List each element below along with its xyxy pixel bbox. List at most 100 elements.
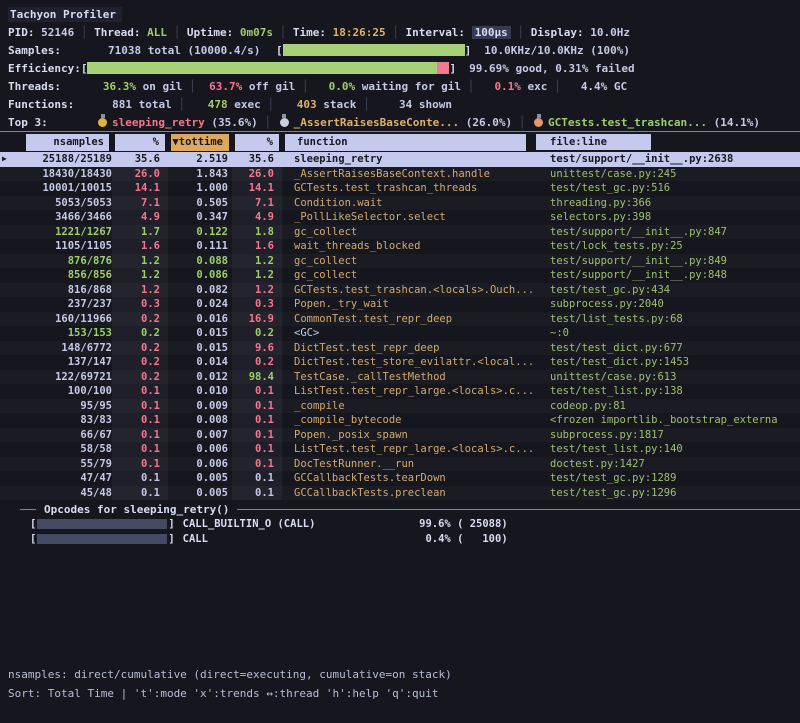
silver-medal-icon: [280, 118, 289, 127]
cell-cumulative-percent: 4.9: [232, 210, 282, 225]
segment-separator: │: [547, 80, 567, 93]
top-functions-row: Top 3:sleeping_retry (35.6%) │ _AssertRa…: [8, 113, 798, 131]
column-header[interactable]: nsamples: [26, 134, 109, 151]
table-row[interactable]: 58/580.10.0060.1ListTest.test_repr_large…: [0, 442, 800, 457]
column-header[interactable]: %: [115, 134, 165, 151]
segment-value: 478: [192, 98, 228, 111]
row-arrow-slot: [0, 428, 10, 443]
cell-file-line: test/test_gc.py:434: [536, 283, 800, 298]
cell-cumulative-percent: 1.2: [232, 254, 282, 269]
table-row[interactable]: 856/8561.20.0861.2gc_collecttest/support…: [0, 268, 800, 283]
results-table: nsamples% ▼tottime% function file:line ▶251…: [0, 134, 800, 500]
column-header-file[interactable]: file:line: [536, 134, 800, 151]
cell-file-line: codeop.py:81: [536, 399, 800, 414]
tachyon-profiler-screen: Tachyon Profiler PID: 52146 │ Thread: AL…: [0, 0, 800, 723]
table-row[interactable]: 100/1000.10.0100.1ListTest.test_repr_lar…: [0, 384, 800, 399]
cell-nsamples: 5053/5053: [10, 196, 112, 211]
table-row[interactable]: 18430/1843026.01.84326.0_AssertRaisesBas…: [0, 167, 800, 182]
opcodes-panel: Opcodes for sleeping_retry() []CALL_BUIL…: [0, 502, 800, 546]
segment-value: 881: [96, 98, 132, 111]
table-row[interactable]: 5053/50537.10.5057.1Condition.waitthread…: [0, 196, 800, 211]
cell-cumulative-percent: 1.6: [232, 239, 282, 254]
row-arrow-slot: [0, 355, 10, 370]
table-header: nsamples% ▼tottime% function file:line: [0, 134, 800, 151]
table-row[interactable]: 66/670.10.0070.1Popen._posix_spawnsubpro…: [0, 428, 800, 443]
table-row[interactable]: 160/119660.20.01616.9CommonTest.test_rep…: [0, 312, 800, 327]
table-row[interactable]: 95/950.10.0090.1_compilecodeop.py:81: [0, 399, 800, 414]
row-arrow-slot: [0, 239, 10, 254]
cell-cumulative-percent: 0.1: [232, 428, 282, 443]
cell-function: Condition.wait: [282, 196, 536, 211]
opcode-name: CALL: [183, 533, 410, 545]
cell-nsamples: 66/67: [10, 428, 112, 443]
row-arrow-slot: [0, 312, 10, 327]
table-row[interactable]: 3466/34664.90.3474.9_PollLikeSelector.se…: [0, 210, 800, 225]
cell-tottime: 0.082: [168, 283, 232, 298]
cell-file-line: test/list_tests.py:68: [536, 312, 800, 327]
table-row[interactable]: 47/470.10.0050.1GCCallbackTests.tearDown…: [0, 471, 800, 486]
cell-tottime: 1.843: [168, 167, 232, 182]
opcodes-title-row: Opcodes for sleeping_retry(): [0, 502, 800, 516]
opcode-percent: 0.4% ( 100): [410, 533, 508, 545]
cell-function: _AssertRaisesBaseContext.handle: [282, 167, 536, 182]
functions-label: Functions:: [8, 98, 96, 111]
segment-separator: │: [182, 80, 202, 93]
cell-function: ListTest.test_repr_large.<locals>.c...: [282, 442, 536, 457]
cell-cumulative-percent: 7.1: [232, 196, 282, 211]
table-row[interactable]: 45/480.10.0050.1GCCallbackTests.preclean…: [0, 486, 800, 501]
cell-nsamples: 10001/10015: [10, 181, 112, 196]
row-arrow-slot: [0, 283, 10, 298]
row-arrow-slot: [0, 167, 10, 182]
table-row[interactable]: 1105/11051.60.1111.6wait_threads_blocked…: [0, 239, 800, 254]
functions-row: Functions:881 total │ 478 exec │ 403 sta…: [8, 95, 798, 113]
table-row[interactable]: 137/1470.20.0140.2DictTest.test_store_ev…: [0, 355, 800, 370]
cell-nsamples: 876/876: [10, 254, 112, 269]
segment-label: stack: [317, 98, 357, 111]
cell-nsamples: 856/856: [10, 268, 112, 283]
opcodes-rule-right: [237, 509, 800, 510]
table-row[interactable]: 122/697210.20.01298.4TestCase._callTestM…: [0, 370, 800, 385]
table-row[interactable]: 816/8681.20.0821.2GCTests.test_trashcan.…: [0, 283, 800, 298]
cell-file-line: doctest.py:1427: [536, 457, 800, 472]
table-row[interactable]: 10001/1001514.11.00014.1GCTests.test_tra…: [0, 181, 800, 196]
table-row[interactable]: 1221/12671.70.1221.8gc_collecttest/suppo…: [0, 225, 800, 240]
cell-nsamples: 55/79: [10, 457, 112, 472]
row-arrow-slot: [0, 413, 10, 428]
row-arrow-slot: [0, 210, 10, 225]
opcode-bar: [37, 534, 167, 544]
status-value: 18:26:25: [333, 26, 386, 39]
status-label: Time:: [293, 26, 333, 39]
cell-cumulative-percent: 0.2: [232, 326, 282, 341]
cell-direct-percent: 0.1: [112, 486, 168, 501]
table-row[interactable]: 55/790.10.0060.1DocTestRunner.__rundocte…: [0, 457, 800, 472]
opcodes-title: Opcodes for sleeping_retry(): [36, 503, 237, 516]
cell-direct-percent: 35.6: [112, 152, 168, 167]
table-row[interactable]: ▶25188/2518935.62.51935.6sleeping_retryt…: [0, 152, 800, 167]
top3-function-name: _AssertRaisesBaseConte...: [294, 116, 460, 129]
status-separator: │: [273, 26, 293, 39]
cell-nsamples: 1105/1105: [10, 239, 112, 254]
cell-function: CommonTest.test_repr_deep: [282, 312, 536, 327]
cell-cumulative-percent: 0.1: [232, 413, 282, 428]
cell-function: GCTests.test_trashcan.<locals>.Ouch...: [282, 283, 536, 298]
column-header[interactable]: function: [285, 134, 526, 151]
table-row[interactable]: 83/830.10.0080.1_compile_bytecode<frozen…: [0, 413, 800, 428]
samples-summary: 71038 total (10000.4/s): [108, 44, 276, 57]
column-header[interactable]: ▼tottime: [171, 134, 229, 151]
opcode-name: CALL_BUILTIN_O (CALL): [183, 518, 410, 530]
cell-cumulative-percent: 0.1: [232, 457, 282, 472]
table-row[interactable]: 148/67720.20.0159.6DictTest.test_repr_de…: [0, 341, 800, 356]
row-arrow-slot: [0, 471, 10, 486]
status-value: ALL: [147, 26, 167, 39]
table-row[interactable]: 153/1530.20.0150.2<GC>~:0: [0, 326, 800, 341]
segment-label: total: [132, 98, 172, 111]
cell-direct-percent: 0.2: [112, 370, 168, 385]
table-row[interactable]: 237/2370.30.0240.3Popen._try_waitsubproc…: [0, 297, 800, 312]
row-arrow-slot: [0, 370, 10, 385]
cell-direct-percent: 0.1: [112, 457, 168, 472]
segment-label: exc: [521, 80, 548, 93]
table-row[interactable]: 876/8761.20.0881.2gc_collecttest/support…: [0, 254, 800, 269]
cell-function: <GC>: [282, 326, 536, 341]
cell-tottime: 0.006: [168, 442, 232, 457]
column-header[interactable]: %: [235, 134, 279, 151]
